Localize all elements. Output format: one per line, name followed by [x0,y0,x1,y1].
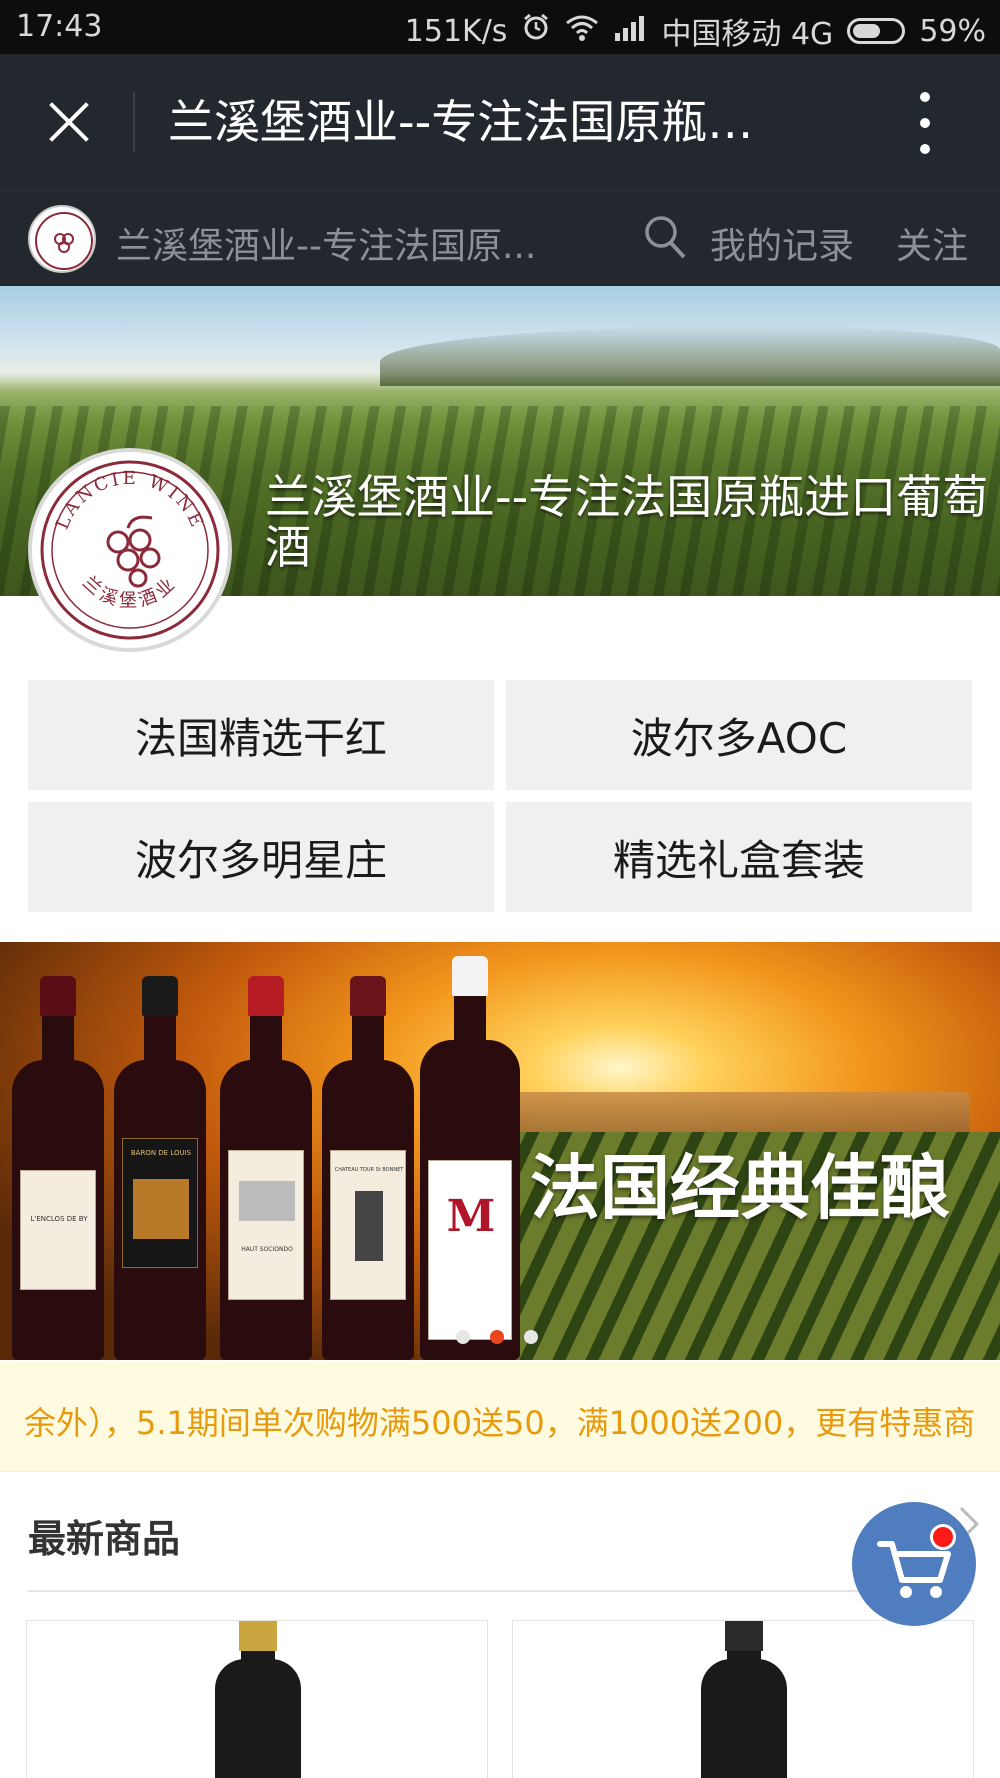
wine-bottle: HAUT SOCIONDO [220,976,312,1360]
account-avatar[interactable] [28,205,96,273]
brand-logo: LANCIE WINE 兰溪堡酒业 [28,448,232,652]
category-bordeaux-aoc[interactable]: 波尔多AOC [506,680,972,790]
bottle-label-text: HAUT SOCIONDO [241,1246,293,1253]
category-gift-box[interactable]: 精选礼盒套装 [506,802,972,912]
page-title: 兰溪堡酒业--专注法国原瓶… [168,95,754,149]
signal-icon [613,14,647,49]
close-icon[interactable] [30,84,106,160]
search-icon[interactable] [642,213,688,261]
status-right: 151K/s 中国移动 4G 59% [405,9,986,53]
hero-treeline [380,326,1000,386]
product-image [701,1621,787,1778]
bottle-label-text: BARON DE LOUIS [131,1149,192,1157]
product-image [215,1621,301,1778]
cart-button[interactable] [852,1502,976,1626]
carousel-dot[interactable] [524,1330,538,1344]
hero-title: 兰溪堡酒业--专注法国原瓶进口葡萄酒 [265,470,989,574]
category-grid: 法国精选干红 波尔多AOC 波尔多明星庄 精选礼盒套装 [28,680,972,912]
alarm-icon [521,12,551,50]
carousel-dot-active[interactable] [490,1330,504,1344]
wine-bottle: L'ENCLOS DE BY [12,976,104,1360]
section-divider [28,1590,972,1592]
category-dry-red[interactable]: 法国精选干红 [28,680,494,790]
bottle-label-text: M [447,1191,496,1242]
bottle-label-text: L'ENCLOS DE BY [31,1215,89,1223]
notice-text: 余外），5.1期间单次购物满500送50，满1000送200，更有特惠商 [24,1404,976,1442]
account-bar: 兰溪堡酒业--专注法国原... 我的记录 关注 [0,190,1000,286]
carousel-indicator [456,1330,538,1344]
wine-bottle: CHATEAU TOUR St BONNET [322,976,414,1360]
follow-button[interactable]: 关注 [896,217,968,269]
account-name[interactable]: 兰溪堡酒业--专注法国原... [116,217,556,269]
cart-badge [930,1524,956,1550]
wine-bottle: BARON DE LOUIS [114,976,206,1360]
status-time: 17:43 [16,9,103,44]
product-card[interactable] [512,1620,974,1778]
wifi-icon [565,13,599,49]
net-speed: 151K/s [404,13,508,49]
carousel-dot[interactable] [456,1330,470,1344]
promo-carousel[interactable]: L'ENCLOS DE BY BARON DE LOUIS HAUT SOCIO… [0,942,1000,1360]
latest-products-heading: 最新商品 [28,1517,181,1561]
notice-marquee[interactable]: 余外），5.1期间单次购物满500送50，满1000送200，更有特惠商 [0,1362,1000,1472]
category-bordeaux-star[interactable]: 波尔多明星庄 [28,802,494,912]
my-records-link[interactable]: 我的记录 [710,217,854,269]
battery-percent: 59% [919,13,986,49]
title-divider [133,92,135,152]
wine-bottle: M [420,956,520,1360]
more-vertical-icon[interactable] [900,90,948,160]
battery-icon [847,18,906,44]
carrier-label: 中国移动 4G [661,17,834,52]
product-card[interactable] [26,1620,488,1778]
bottle-label-text: CHATEAU TOUR St BONNET [335,1167,405,1173]
banner-slogan: 法国经典佳酿 [530,1147,950,1229]
title-bar: 兰溪堡酒业--专注法国原瓶… [0,54,1000,190]
cart-icon [877,1541,951,1598]
status-bar: 17:43 151K/s 中国移动 4G 59% [0,0,1000,54]
